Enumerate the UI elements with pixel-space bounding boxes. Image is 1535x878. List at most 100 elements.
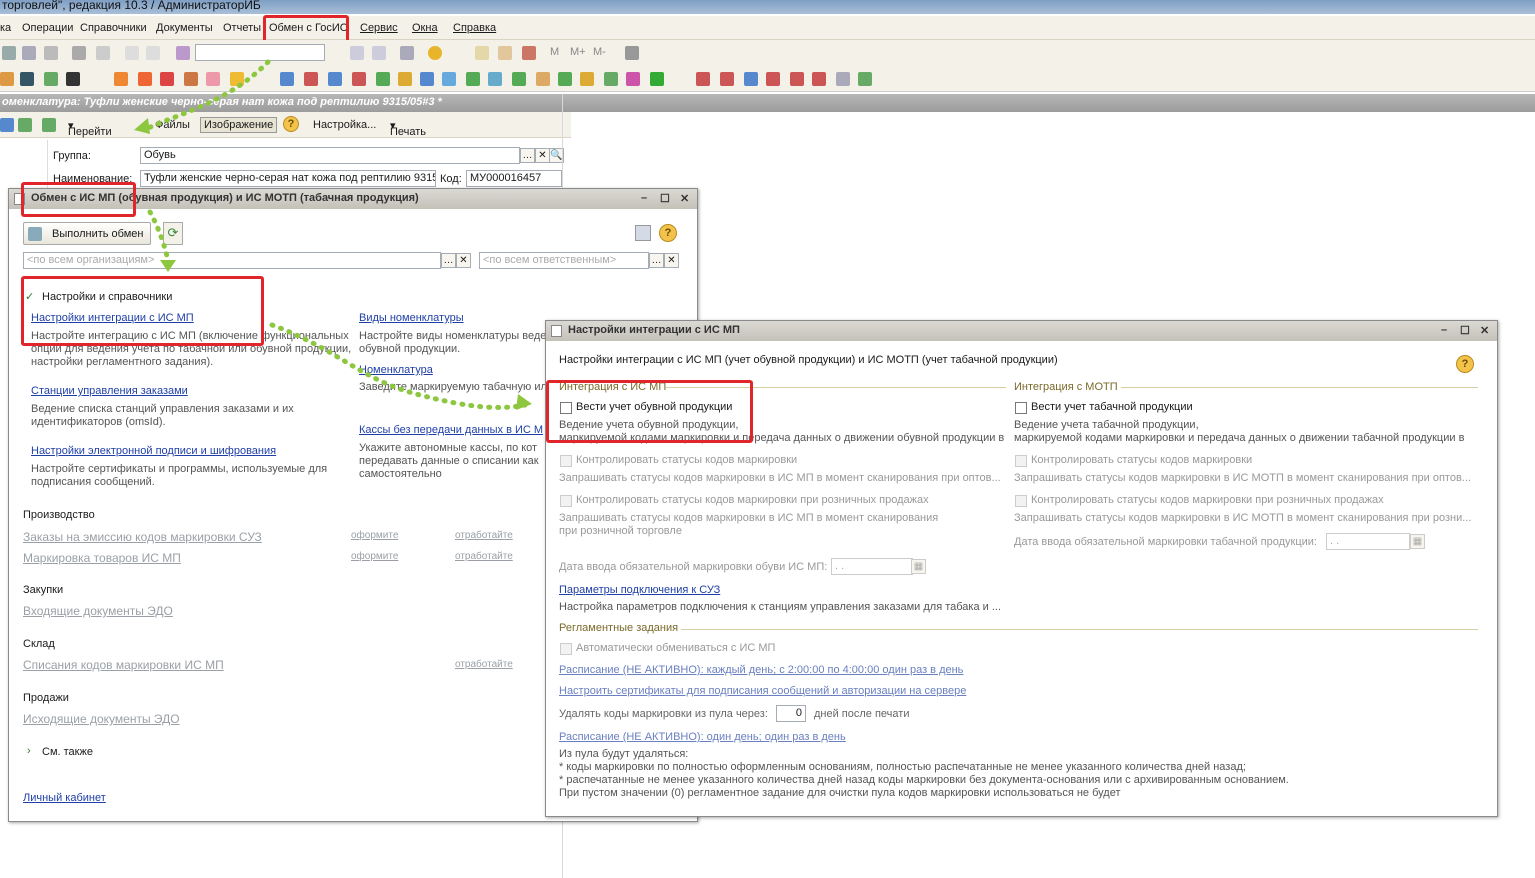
motp-retail-checkbox[interactable]	[1015, 495, 1027, 507]
nomenclature-link[interactable]: Номенклатура	[359, 364, 433, 376]
search-input[interactable]	[195, 44, 325, 61]
marking-oformite-link[interactable]: оформите	[351, 551, 398, 562]
mp-control-label[interactable]: Контролировать статусы кодов маркировки	[576, 454, 797, 466]
doc-icon-7[interactable]	[160, 72, 174, 86]
doc-icon-9[interactable]	[206, 72, 220, 86]
doc-icon-5[interactable]	[114, 72, 128, 86]
doc-icon-20[interactable]	[488, 72, 502, 86]
schedule-link-2[interactable]: Расписание (НЕ АКТИВНО): один день; один…	[559, 731, 846, 743]
close-button[interactable]: ✕	[680, 192, 689, 205]
menu-item-windows[interactable]: Окна	[412, 22, 438, 34]
code-input[interactable]: МУ000016457	[466, 170, 562, 187]
doc-icon-26[interactable]	[626, 72, 640, 86]
doc-icon-21[interactable]	[512, 72, 526, 86]
menu-item-documents[interactable]: Документы	[156, 22, 213, 34]
help-icon[interactable]: ?	[1456, 355, 1474, 373]
doc-icon-11[interactable]	[280, 72, 294, 86]
certificates-link[interactable]: Настроить сертификаты для подписания соо…	[559, 685, 966, 697]
organization-input[interactable]: <по всем организациям>	[23, 252, 441, 269]
files-button[interactable]: Файлы	[155, 119, 190, 131]
maximize-button[interactable]: ☐	[1460, 324, 1470, 337]
group-input[interactable]: Обувь	[140, 147, 520, 164]
doc-icon-35[interactable]	[858, 72, 872, 86]
group-select-button[interactable]: …	[520, 148, 535, 163]
kassy-link[interactable]: Кассы без передачи данных в ИС М	[359, 424, 543, 436]
settings-icon[interactable]	[635, 225, 651, 241]
paste-icon[interactable]	[44, 46, 58, 60]
minimize-button[interactable]: –	[641, 192, 647, 204]
mp-retail-label[interactable]: Контролировать статусы кодов маркировки …	[576, 494, 929, 506]
menu-item-service[interactable]: Сервис	[360, 22, 398, 34]
close-button[interactable]: ✕	[1480, 324, 1489, 337]
marking-link[interactable]: Маркировка товаров ИС МП	[23, 551, 181, 565]
doc-icon-18[interactable]	[442, 72, 456, 86]
order-stations-link[interactable]: Станции управления заказами	[31, 385, 188, 397]
nomenclature-kinds-link[interactable]: Виды номенклатуры	[359, 312, 464, 324]
menu-item-help[interactable]: Справка	[453, 22, 496, 34]
doc-icon-1[interactable]	[0, 72, 14, 86]
motp-tobacco-label[interactable]: Вести учет табачной продукции	[1031, 401, 1193, 413]
orders-otrabotaite-link[interactable]: отработайте	[455, 530, 513, 541]
memory-mminus-icon[interactable]: M-	[593, 46, 606, 58]
doc-icon-14[interactable]	[352, 72, 366, 86]
new-icon[interactable]	[42, 118, 56, 132]
copy-icon[interactable]	[22, 46, 36, 60]
memory-mplus-icon[interactable]: M+	[570, 46, 586, 58]
incoming-edo-link[interactable]: Входящие документы ЭДО	[23, 604, 173, 618]
group-clear-button[interactable]: ✕	[535, 148, 550, 163]
menu-item-references[interactable]: Справочники	[80, 22, 147, 34]
marking-otrabotaite-link[interactable]: отработайте	[455, 551, 513, 562]
memory-m-icon[interactable]: M	[550, 46, 559, 58]
redo-icon[interactable]	[146, 46, 160, 60]
goto-button[interactable]: Перейти ▾	[68, 119, 112, 138]
resp-select-button[interactable]: …	[649, 253, 664, 268]
doc-icon-2[interactable]	[20, 72, 34, 86]
menu-item-trade[interactable]: ка	[0, 22, 11, 34]
image-button[interactable]: Изображение	[200, 117, 278, 133]
doc-icon-13[interactable]	[328, 72, 342, 86]
motp-control-checkbox[interactable]	[1015, 455, 1027, 467]
tobacco-date-input[interactable]: . .	[1326, 533, 1410, 550]
delete-days-input[interactable]: 0	[776, 705, 806, 722]
wrench-icon[interactable]	[625, 46, 639, 60]
find-prev-icon[interactable]	[372, 46, 386, 60]
chevron-right-icon[interactable]: ›	[27, 745, 31, 757]
doc-icon-23[interactable]	[558, 72, 572, 86]
doc-icon-10[interactable]	[230, 72, 244, 86]
print-button[interactable]: Печать ▾	[390, 119, 426, 138]
personal-cabinet-link[interactable]: Личный кабинет	[23, 792, 106, 804]
find-next-icon[interactable]	[350, 46, 364, 60]
calendar-icon[interactable]: ▦	[1410, 534, 1425, 549]
calendar-icon[interactable]	[498, 46, 512, 60]
doc-icon-6[interactable]	[138, 72, 152, 86]
settings-button[interactable]: Настройка...	[313, 119, 376, 131]
suz-params-link[interactable]: Параметры подключения к СУЗ	[559, 584, 720, 596]
doc-icon-3[interactable]	[44, 72, 58, 86]
auto-exchange-checkbox[interactable]	[560, 643, 572, 655]
preview-icon[interactable]	[96, 46, 110, 60]
doc-icon-19[interactable]	[466, 72, 480, 86]
outgoing-edo-link[interactable]: Исходящие документы ЭДО	[23, 712, 180, 726]
search-icon[interactable]	[176, 46, 190, 60]
shoe-date-input[interactable]: . .	[831, 558, 913, 575]
doc-icon-30[interactable]	[744, 72, 758, 86]
doc-icon-4[interactable]	[66, 72, 80, 86]
doc-icon-25[interactable]	[604, 72, 618, 86]
refresh-icon[interactable]	[18, 118, 32, 132]
doc-icon-16[interactable]	[398, 72, 412, 86]
calculator-icon[interactable]	[475, 46, 489, 60]
doc-icon-32[interactable]	[790, 72, 804, 86]
menu-item-reports[interactable]: Отчеты	[223, 22, 261, 34]
doc-icon-29[interactable]	[720, 72, 734, 86]
doc-icon-34[interactable]	[836, 72, 850, 86]
help-icon[interactable]: ?	[659, 224, 677, 242]
help-icon[interactable]: ?	[283, 116, 299, 132]
doc-icon-31[interactable]	[766, 72, 780, 86]
org-clear-button[interactable]: ✕	[456, 253, 471, 268]
schedule-link-1[interactable]: Расписание (НЕ АКТИВНО): каждый день; с …	[559, 664, 963, 676]
esign-settings-link[interactable]: Настройки электронной подписи и шифрован…	[31, 445, 276, 457]
resp-clear-button[interactable]: ✕	[664, 253, 679, 268]
doc-icon-22[interactable]	[536, 72, 550, 86]
responsible-input[interactable]: <по всем ответственным>	[479, 252, 649, 269]
undo-icon[interactable]	[125, 46, 139, 60]
